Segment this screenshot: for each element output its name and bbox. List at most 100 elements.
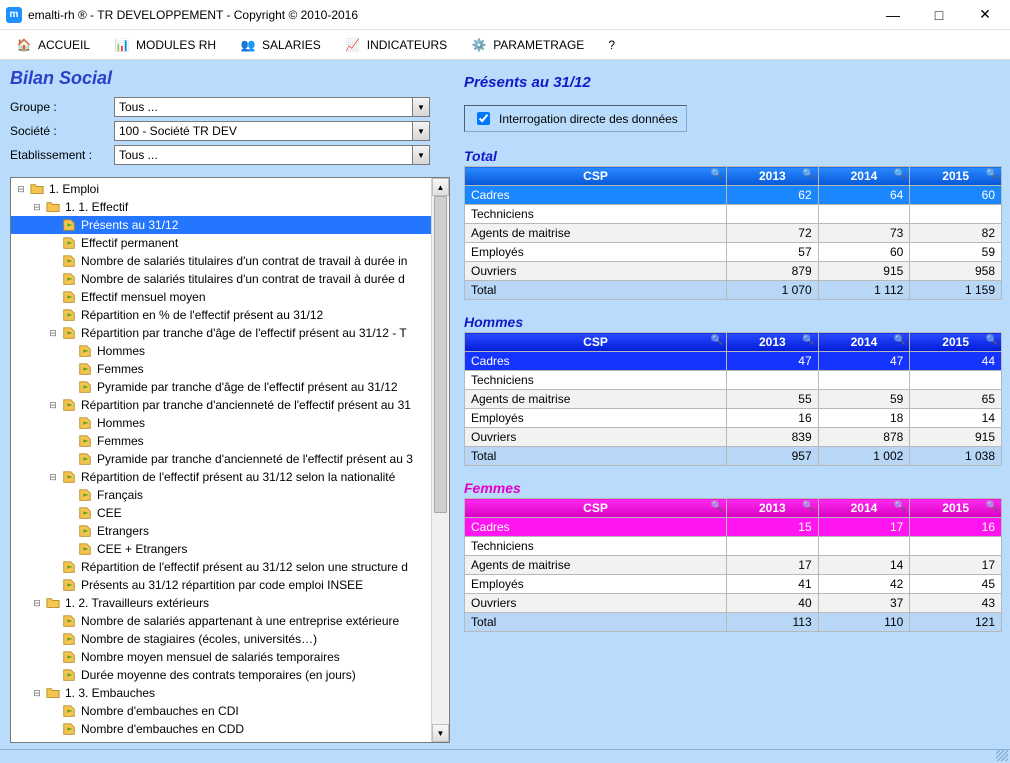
tree-node[interactable]: ·Hommes xyxy=(11,414,431,432)
tree-node[interactable]: ·Nombre de stagiaires (écoles, universit… xyxy=(11,630,431,648)
column-header[interactable]: CSP🔍 xyxy=(465,167,727,186)
tree-node[interactable]: ·Durée moyenne des contrats temporaires … xyxy=(11,666,431,684)
table-total-row[interactable]: Total1 0701 1121 159 xyxy=(465,281,1002,300)
tree-node[interactable]: ⊟1. 3. Embauches xyxy=(11,684,431,702)
collapse-icon[interactable]: ⊟ xyxy=(47,471,59,483)
tree-node[interactable]: ⊟Répartition par tranche d'âge de l'effe… xyxy=(11,324,431,342)
tree-node[interactable]: ·Nombre moyen mensuel de salariés tempor… xyxy=(11,648,431,666)
filter-etablissement-select[interactable]: Tous ... xyxy=(114,145,412,165)
tree-node[interactable]: ·Nombre de salariés titulaires d'un cont… xyxy=(11,252,431,270)
menu-item-salaries[interactable]: 👥SALARIES xyxy=(230,30,331,59)
menu-item-[interactable]: ? xyxy=(598,30,625,59)
column-header[interactable]: CSP🔍 xyxy=(465,333,727,352)
tree-node[interactable]: ·Nombre de salariés titulaires d'un cont… xyxy=(11,270,431,288)
tree-node[interactable]: ⊟1. 2. Travailleurs extérieurs xyxy=(11,594,431,612)
filter-groupe-dropdown-button[interactable]: ▼ xyxy=(412,97,430,117)
column-header[interactable]: 2014🔍 xyxy=(818,167,910,186)
filter-groupe-select[interactable]: Tous ... xyxy=(114,97,412,117)
table-row[interactable]: Cadres474744 xyxy=(465,352,1002,371)
collapse-icon[interactable]: ⊟ xyxy=(47,327,59,339)
tree-node[interactable]: ·Français xyxy=(11,486,431,504)
tree-viewport[interactable]: ⊟1. Emploi⊟1. 1. Effectif·Présents au 31… xyxy=(11,178,431,742)
column-header[interactable]: 2013🔍 xyxy=(727,333,819,352)
resize-grip[interactable] xyxy=(996,749,1008,761)
collapse-icon[interactable]: ⊟ xyxy=(47,399,59,411)
column-header[interactable]: 2014🔍 xyxy=(818,499,910,518)
table-row[interactable]: Agents de maitrise171417 xyxy=(465,556,1002,575)
tree-node[interactable]: ·Nombre d'embauches en CDD xyxy=(11,720,431,738)
scroll-track[interactable] xyxy=(432,196,449,724)
magnifier-icon[interactable]: 🔍 xyxy=(894,501,906,512)
collapse-icon[interactable]: ⊟ xyxy=(31,597,43,609)
tree-node[interactable]: ⊟1. Emploi xyxy=(11,180,431,198)
column-header[interactable]: 2015🔍 xyxy=(910,167,1002,186)
scroll-down-button[interactable]: ▼ xyxy=(432,724,449,742)
tree-node[interactable]: ·Etrangers xyxy=(11,522,431,540)
direct-query-row[interactable]: Interrogation directe des données xyxy=(464,105,687,132)
tree-node[interactable]: ·Pyramide par tranche d'ancienneté de l'… xyxy=(11,450,431,468)
menu-item-parametrage[interactable]: ⚙️PARAMETRAGE xyxy=(461,30,594,59)
magnifier-icon[interactable]: 🔍 xyxy=(894,169,906,180)
table-row[interactable]: Techniciens xyxy=(465,537,1002,556)
tree-node[interactable]: ⊟Répartition de l'effectif présent au 31… xyxy=(11,468,431,486)
tree-node[interactable]: ·Répartition de l'effectif présent au 31… xyxy=(11,558,431,576)
table-row[interactable]: Ouvriers839878915 xyxy=(465,428,1002,447)
magnifier-icon[interactable]: 🔍 xyxy=(802,169,814,180)
menu-item-indicateurs[interactable]: 📈INDICATEURS xyxy=(335,30,457,59)
table-row[interactable]: Techniciens xyxy=(465,371,1002,390)
filter-societe-select[interactable]: 100 - Société TR DEV xyxy=(114,121,412,141)
table-total-row[interactable]: Total113110121 xyxy=(465,613,1002,632)
maximize-button[interactable]: □ xyxy=(916,0,962,30)
table-row[interactable]: Techniciens xyxy=(465,205,1002,224)
table-row[interactable]: Employés576059 xyxy=(465,243,1002,262)
tree-node[interactable]: ·Hommes xyxy=(11,342,431,360)
tree-node[interactable]: ·Femmes xyxy=(11,360,431,378)
menu-item-accueil[interactable]: 🏠ACCUEIL xyxy=(6,30,100,59)
tree-node[interactable]: ·Nombre de salariés appartenant à une en… xyxy=(11,612,431,630)
menu-item-modulesrh[interactable]: 📊MODULES RH xyxy=(104,30,226,59)
tree-node[interactable]: ·Présents au 31/12 xyxy=(11,216,431,234)
table-row[interactable]: Ouvriers879915958 xyxy=(465,262,1002,281)
collapse-icon[interactable]: ⊟ xyxy=(31,687,43,699)
column-header[interactable]: 2015🔍 xyxy=(910,499,1002,518)
tree-node[interactable]: ·CEE xyxy=(11,504,431,522)
scroll-thumb[interactable] xyxy=(434,196,447,513)
tree-node[interactable]: ·Femmes xyxy=(11,432,431,450)
tree-node[interactable]: ·Effectif permanent xyxy=(11,234,431,252)
column-header[interactable]: 2014🔍 xyxy=(818,333,910,352)
column-header[interactable]: CSP🔍 xyxy=(465,499,727,518)
filter-societe-dropdown-button[interactable]: ▼ xyxy=(412,121,430,141)
tree-node[interactable]: ⊟1. 1. Effectif xyxy=(11,198,431,216)
table-row[interactable]: Employés161814 xyxy=(465,409,1002,428)
table-row[interactable]: Ouvriers403743 xyxy=(465,594,1002,613)
magnifier-icon[interactable]: 🔍 xyxy=(711,335,723,346)
table-row[interactable]: Agents de maitrise555965 xyxy=(465,390,1002,409)
magnifier-icon[interactable]: 🔍 xyxy=(711,169,723,180)
table-row[interactable]: Cadres151716 xyxy=(465,518,1002,537)
tree-node[interactable]: ·Pyramide par tranche d'âge de l'effecti… xyxy=(11,378,431,396)
table-row[interactable]: Agents de maitrise727382 xyxy=(465,224,1002,243)
tree-node[interactable]: ·Effectif mensuel moyen xyxy=(11,288,431,306)
tree-node[interactable]: ·Présents au 31/12 répartition par code … xyxy=(11,576,431,594)
column-header[interactable]: 2015🔍 xyxy=(910,333,1002,352)
magnifier-icon[interactable]: 🔍 xyxy=(894,335,906,346)
table-row[interactable]: Cadres626460 xyxy=(465,186,1002,205)
collapse-icon[interactable]: ⊟ xyxy=(31,201,43,213)
tree-node[interactable]: ·Répartition en % de l'effectif présent … xyxy=(11,306,431,324)
filter-etablissement-dropdown-button[interactable]: ▼ xyxy=(412,145,430,165)
collapse-icon[interactable]: ⊟ xyxy=(15,183,27,195)
magnifier-icon[interactable]: 🔍 xyxy=(986,501,998,512)
table-row[interactable]: Employés414245 xyxy=(465,575,1002,594)
tree-node[interactable]: ⊟Répartition par tranche d'ancienneté de… xyxy=(11,396,431,414)
close-button[interactable]: ✕ xyxy=(962,0,1008,30)
magnifier-icon[interactable]: 🔍 xyxy=(711,501,723,512)
column-header[interactable]: 2013🔍 xyxy=(727,167,819,186)
tree-scrollbar[interactable]: ▲ ▼ xyxy=(431,178,449,742)
magnifier-icon[interactable]: 🔍 xyxy=(802,501,814,512)
tree-node[interactable]: ·Nombre d'embauches en CDI xyxy=(11,702,431,720)
magnifier-icon[interactable]: 🔍 xyxy=(986,335,998,346)
column-header[interactable]: 2013🔍 xyxy=(727,499,819,518)
magnifier-icon[interactable]: 🔍 xyxy=(986,169,998,180)
direct-query-checkbox[interactable] xyxy=(477,112,490,125)
minimize-button[interactable]: ― xyxy=(870,0,916,30)
